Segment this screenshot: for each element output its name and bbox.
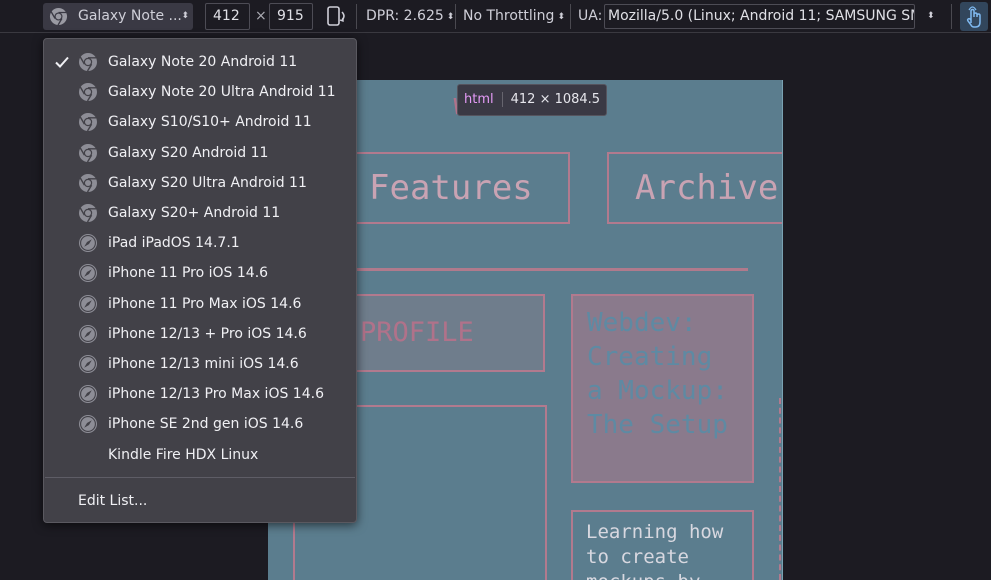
device-menu-item-label: Galaxy Note 20 Android 11: [108, 54, 298, 70]
excerpt-line: Learning how: [586, 521, 724, 543]
post-title-box[interactable]: Webdev: Creating a Mockup: The Setup: [571, 294, 754, 483]
toolbar-separator: [570, 4, 571, 29]
chrome-icon: [78, 203, 98, 227]
nav-features-link[interactable]: Features: [353, 152, 570, 224]
touch-simulation-button[interactable]: [960, 2, 988, 31]
toolbar-separator: [951, 4, 952, 29]
device-menu-item[interactable]: iPhone 12/13 mini iOS 14.6: [44, 349, 356, 379]
checkmark-icon: [54, 54, 70, 70]
viewport-width-input[interactable]: 412: [205, 3, 250, 30]
element-dimension-tooltip: html 412 × 1084.5: [457, 84, 608, 116]
device-menu-item[interactable]: iPhone 12/13 Pro Max iOS 14.6: [44, 379, 356, 409]
chrome-icon: [78, 52, 98, 76]
excerpt-line: to create: [586, 546, 689, 568]
post-title-line: The Setup: [587, 410, 728, 440]
safari-icon: [78, 263, 98, 287]
updown-caret-icon: ⬍: [181, 11, 189, 21]
updown-caret-icon: ⬍: [446, 12, 455, 22]
safari-icon: [78, 324, 98, 348]
device-menu-item-label: iPhone SE 2nd gen iOS 14.6: [108, 416, 304, 433]
dpr-select[interactable]: DPR: 2.625 ⬍: [366, 3, 454, 30]
chrome-icon: [78, 143, 98, 167]
throttling-select[interactable]: No Throttling ⬍: [463, 3, 565, 30]
device-menu-item-label: iPhone 12/13 Pro Max iOS 14.6: [108, 386, 324, 403]
updown-caret-icon: ⬍: [557, 12, 565, 22]
safari-icon: [78, 294, 98, 318]
touch-hand-icon: [966, 6, 981, 28]
nav-archive-link[interactable]: Archive: [607, 152, 782, 224]
device-menu-item[interactable]: Galaxy S20 Ultra Android 11: [44, 168, 356, 198]
device-menu-item-label: Galaxy S10/S10+ Android 11: [108, 114, 312, 131]
device-menu-item[interactable]: iPhone 11 Pro Max iOS 14.6: [44, 289, 356, 319]
safari-icon: [78, 414, 98, 438]
divider-line: [356, 268, 748, 271]
post-title-line: Webdev:: [587, 308, 697, 338]
viewport-height-input[interactable]: 915: [269, 3, 313, 30]
device-menu-item-label: Galaxy S20 Ultra Android 11: [108, 174, 307, 191]
rotate-icon[interactable]: [326, 4, 348, 29]
device-menu-item[interactable]: iPhone 11 Pro iOS 14.6: [44, 258, 356, 288]
device-menu-item[interactable]: Galaxy S10/S10+ Android 11: [44, 107, 356, 137]
chrome-icon: [78, 82, 98, 106]
post-title-line: Creating: [587, 342, 713, 372]
device-menu-item-label: Galaxy S20+ Android 11: [108, 205, 281, 221]
device-menu-item-label: iPhone 11 Pro iOS 14.6: [108, 265, 269, 282]
chrome-icon: [78, 112, 98, 136]
updown-caret-icon[interactable]: ⬍: [927, 3, 935, 30]
device-menu-item[interactable]: Galaxy S20 Android 11: [44, 138, 356, 168]
device-menu-item-label: Galaxy Note 20 Ultra Android 11: [108, 84, 336, 101]
ua-label: UA:: [578, 8, 603, 24]
toolbar-separator: [356, 4, 357, 29]
tooltip-tag: html: [464, 92, 503, 107]
device-menu-item[interactable]: Galaxy Note 20 Ultra Android 11: [44, 77, 356, 107]
user-agent-input[interactable]: Mozilla/5.0 (Linux; Android 11; SAMSUNG …: [604, 4, 915, 29]
responsive-toolbar: Galaxy Note ... ⬍ 412 × 915 DPR: 2.625 ⬍ …: [0, 0, 991, 33]
device-menu-item[interactable]: Galaxy S20+ Android 11: [44, 198, 356, 228]
chrome-icon: [78, 173, 98, 197]
device-menu-item[interactable]: Galaxy Note 20 Android 11: [44, 47, 356, 77]
device-menu-item-label: iPhone 12/13 mini iOS 14.6: [108, 356, 299, 372]
toolbar-separator: [455, 4, 456, 29]
device-menu-item-label: iPhone 12/13 + Pro iOS 14.6: [108, 325, 307, 342]
device-menu-item[interactable]: iPhone SE 2nd gen iOS 14.6: [44, 409, 356, 439]
device-dropdown-menu: Edit List... Galaxy Note 20 Android 11 Ga…: [43, 38, 357, 523]
device-menu-item[interactable]: iPhone 12/13 + Pro iOS 14.6: [44, 319, 356, 349]
dpr-label: DPR: 2.625: [366, 8, 444, 24]
chrome-icon: [49, 7, 68, 26]
device-select[interactable]: Galaxy Note ... ⬍: [43, 3, 193, 30]
device-menu-item-label: iPad iPadOS 14.7.1: [108, 235, 240, 252]
safari-icon: [78, 384, 98, 408]
device-menu-item[interactable]: iPad iPadOS 14.7.1: [44, 228, 356, 258]
device-menu-item-label: Galaxy S20 Android 11: [108, 144, 269, 161]
dimension-separator: ×: [255, 8, 267, 24]
safari-icon: [78, 354, 98, 378]
dashed-outline: [779, 398, 781, 580]
device-select-label: Galaxy Note ...: [78, 8, 182, 24]
post-excerpt-box: Learning how to create mockups by: [571, 510, 754, 580]
profile-heading: PROFILE: [353, 294, 545, 372]
post-title-line: a Mockup:: [587, 376, 728, 406]
edit-list-menu-item[interactable]: Edit List...: [78, 487, 147, 515]
device-menu-item[interactable]: Kindle Fire HDX Linux: [44, 440, 356, 470]
tooltip-dimensions: 412 × 1084.5: [510, 92, 601, 107]
throttling-label: No Throttling: [463, 8, 555, 24]
safari-icon: [78, 233, 98, 257]
menu-divider: [45, 477, 355, 478]
device-menu-item-label: iPhone 11 Pro Max iOS 14.6: [108, 295, 302, 312]
device-menu-item-label: Kindle Fire HDX Linux: [108, 446, 259, 463]
excerpt-line: mockups by: [586, 570, 739, 580]
